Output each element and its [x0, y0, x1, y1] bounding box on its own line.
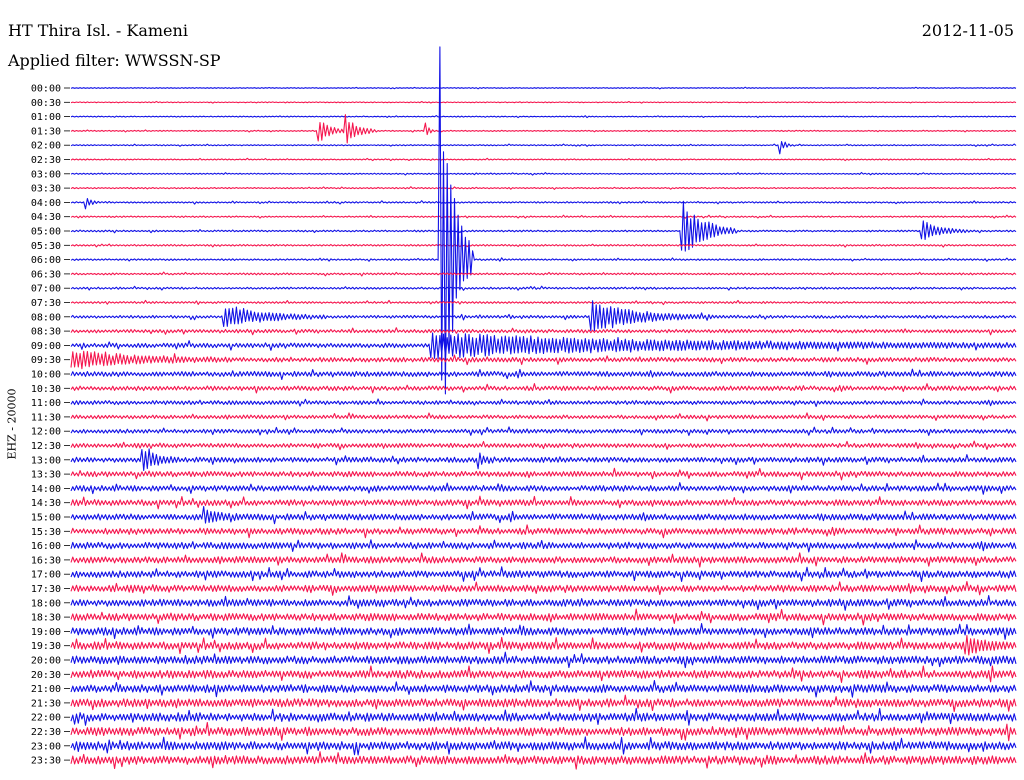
- row-time-label: 01:00: [31, 112, 61, 123]
- row-time-label: 09:30: [31, 355, 61, 366]
- row-time-label: 20:30: [31, 670, 61, 681]
- row-time-label: 07:30: [31, 298, 61, 309]
- row-time-label: 16:30: [31, 555, 61, 566]
- trace-row: [70, 200, 1017, 252]
- row-time-label: 11:30: [31, 412, 61, 423]
- row-time-label: 19:00: [31, 627, 61, 638]
- trace-row: [70, 482, 1017, 495]
- row-time-label: 11:00: [31, 398, 61, 409]
- row-time-label: 19:30: [31, 641, 61, 652]
- row-time-label: 03:00: [31, 169, 61, 180]
- row-time-label: 07:00: [31, 284, 61, 295]
- trace-row: [70, 505, 1017, 525]
- trace-row: [70, 566, 1017, 583]
- trace-row: [70, 285, 1017, 291]
- trace-row: [70, 214, 1017, 219]
- row-time-label: 05:00: [31, 227, 61, 238]
- row-time-label: 13:00: [31, 455, 61, 466]
- trace-row: [70, 299, 1017, 306]
- row-time-label: 12:30: [31, 441, 61, 452]
- trace-row: [70, 694, 1017, 713]
- trace-row: [70, 751, 1017, 770]
- row-time-label: 08:30: [31, 327, 61, 338]
- row-time-label: 18:00: [31, 598, 61, 609]
- seismogram-traces: [70, 46, 1017, 770]
- trace-row: [70, 580, 1017, 596]
- trace-row: [70, 539, 1017, 553]
- trace-row: [70, 197, 1017, 210]
- trace-row: [70, 412, 1017, 422]
- trace-row: [70, 271, 1017, 277]
- trace-row: [70, 426, 1017, 436]
- row-time-label: 23:30: [31, 756, 61, 767]
- row-time-label: 04:30: [31, 212, 61, 223]
- row-time-label: 00:30: [31, 98, 61, 109]
- row-time-label: 22:00: [31, 713, 61, 724]
- row-time-label: 16:00: [31, 541, 61, 552]
- trace-row: [70, 651, 1017, 669]
- row-time-label: 13:30: [31, 470, 61, 481]
- trace-row: [70, 157, 1017, 162]
- row-time-label: 02:00: [31, 141, 61, 152]
- row-time-label: 10:30: [31, 384, 61, 395]
- row-time-label: 06:30: [31, 269, 61, 280]
- row-time-label: 14:30: [31, 498, 61, 509]
- trace-row: [70, 327, 1017, 336]
- trace-row: [70, 171, 1017, 176]
- row-time-label: 17:30: [31, 584, 61, 595]
- row-time-label: 23:00: [31, 741, 61, 752]
- row-time-label: 21:30: [31, 698, 61, 709]
- row-time-label: 01:30: [31, 126, 61, 137]
- helicorder-plot: 00:00 00:30 01:00 01:30 02:00 02:30 03:00 03:30…: [31, 46, 1017, 770]
- row-time-label: 03:30: [31, 184, 61, 195]
- trace-row: [70, 243, 1017, 248]
- row-time-label: 15:30: [31, 527, 61, 538]
- trace-row: [70, 100, 1017, 104]
- row-time-label: 05:30: [31, 241, 61, 252]
- trace-row: [70, 440, 1017, 451]
- trace-row: [70, 448, 1017, 472]
- row-time-label: 17:00: [31, 570, 61, 581]
- row-time-label: 14:00: [31, 484, 61, 495]
- row-time-label: 06:00: [31, 255, 61, 266]
- trace-row: [70, 736, 1017, 756]
- trace-row: [70, 114, 1017, 144]
- trace-row: [70, 86, 1017, 90]
- trace-row: [70, 398, 1017, 408]
- row-time-label: 00:00: [31, 84, 61, 95]
- trace-row: [70, 300, 1017, 332]
- trace-row: [70, 383, 1017, 394]
- trace-row: [70, 332, 1017, 360]
- trace-row: [70, 467, 1017, 481]
- trace-row: [70, 524, 1017, 539]
- trace-row: [70, 552, 1017, 568]
- trace-row: [70, 608, 1017, 626]
- trace-row: [70, 680, 1017, 698]
- trace-row: [70, 495, 1017, 510]
- row-time-label: 12:00: [31, 427, 61, 438]
- trace-row: [70, 46, 1017, 395]
- row-time-label: 08:00: [31, 312, 61, 323]
- trace-row: [70, 721, 1017, 742]
- trace-row: [70, 115, 1017, 119]
- trace-row: [70, 595, 1017, 611]
- time-tick-labels: 00:00 00:30 01:00 01:30 02:00 02:30 03:00 03:30…: [31, 84, 70, 767]
- row-time-label: 21:00: [31, 684, 61, 695]
- trace-row: [70, 623, 1017, 640]
- row-time-label: 10:00: [31, 370, 61, 381]
- row-time-label: 02:30: [31, 155, 61, 166]
- row-time-label: 15:00: [31, 513, 61, 524]
- trace-row: [70, 186, 1017, 190]
- row-time-label: 09:00: [31, 341, 61, 352]
- trace-row: [70, 368, 1017, 381]
- trace-row: [70, 665, 1017, 683]
- row-time-label: 04:00: [31, 198, 61, 209]
- trace-row: [70, 707, 1017, 726]
- row-time-label: 20:00: [31, 656, 61, 667]
- row-time-label: 18:30: [31, 613, 61, 624]
- trace-row: [70, 141, 1017, 155]
- row-time-label: 22:30: [31, 727, 61, 738]
